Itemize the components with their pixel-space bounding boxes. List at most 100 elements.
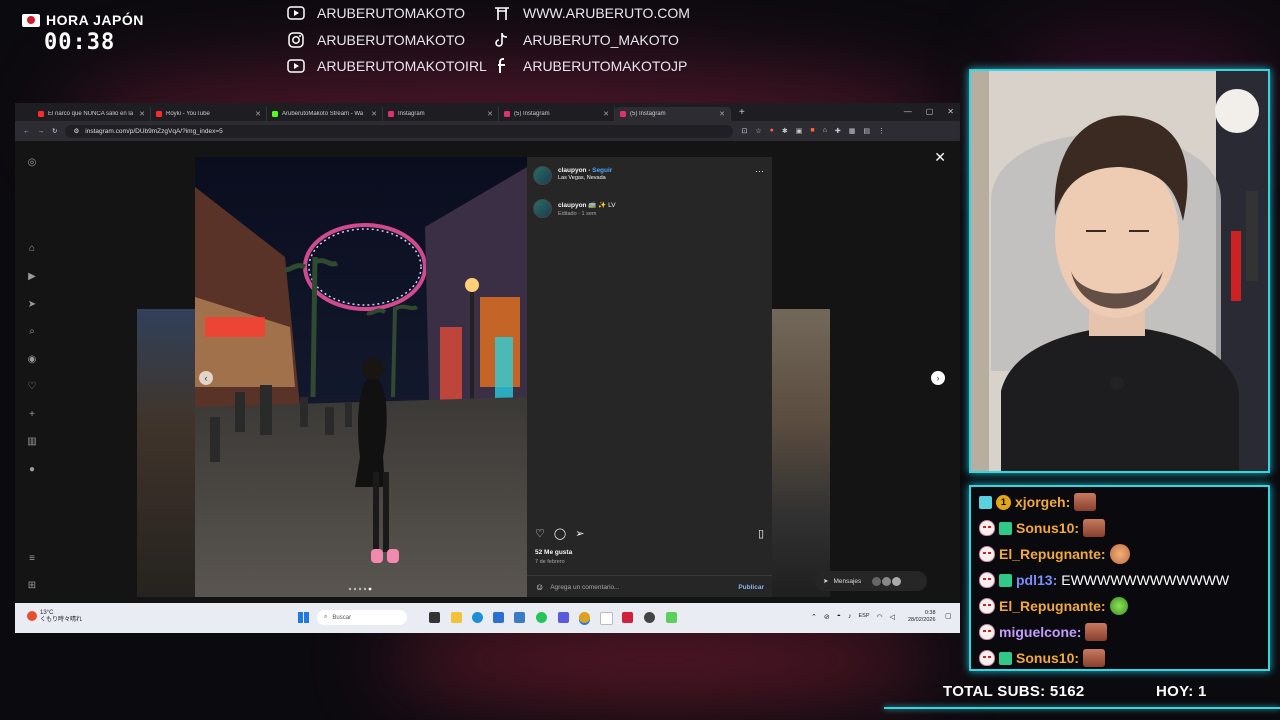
install-icon[interactable]: ⊡ (741, 127, 747, 135)
browser-tab[interactable]: (5) Instagram ✕ (499, 107, 615, 121)
create-icon[interactable]: + (25, 408, 39, 422)
windows-start-icon[interactable] (298, 612, 309, 623)
caption-username[interactable]: claupyon (558, 202, 587, 209)
more-options-icon[interactable]: ··· (755, 166, 764, 176)
app-icon[interactable] (558, 612, 569, 623)
avatar[interactable] (533, 166, 552, 185)
send-icon: ➤ (823, 578, 829, 585)
avatar[interactable] (533, 199, 552, 218)
heart-icon[interactable]: ♡ (25, 380, 39, 394)
share-icon[interactable]: ➢ (575, 527, 584, 540)
edge-icon[interactable] (472, 612, 483, 623)
notification-icon[interactable]: ▢ (945, 612, 952, 620)
task-view-icon[interactable] (429, 612, 440, 623)
minimize-icon[interactable]: — (904, 107, 912, 116)
profile-icon[interactable]: ● (25, 463, 39, 477)
maximize-icon[interactable]: ▢ (926, 107, 934, 116)
language-indicator[interactable]: ESP (858, 613, 869, 621)
close-tab-icon[interactable]: ✕ (255, 110, 261, 118)
site-info-icon[interactable]: ⚙ (73, 127, 79, 135)
browser-tab[interactable]: Royki - YouTube ✕ (151, 107, 267, 121)
emoji-icon[interactable]: ☺ (535, 582, 544, 592)
chat-username[interactable]: El_Repugnante: (999, 598, 1106, 614)
close-tab-icon[interactable]: ✕ (139, 110, 145, 118)
search-icon[interactable]: ⌕ (25, 325, 39, 339)
save-icon[interactable]: ▯ (758, 527, 764, 540)
chat-username[interactable]: Sonus10: (1016, 520, 1079, 536)
weather-widget[interactable]: 13°C くもり時々晴れ (40, 610, 82, 624)
close-tab-icon[interactable]: ✕ (603, 110, 609, 118)
previous-image-button[interactable]: ‹ (199, 371, 213, 385)
dashboard-icon[interactable]: ▥ (25, 435, 39, 449)
chrome-icon[interactable] (579, 612, 590, 623)
home-icon[interactable]: ⌂ (25, 242, 39, 256)
whatsapp-icon[interactable] (536, 612, 547, 623)
browser-tab-active[interactable]: (5) Instagram ✕ (615, 107, 731, 121)
app-icon[interactable] (514, 612, 525, 623)
back-icon[interactable]: ← (23, 128, 30, 135)
post-location[interactable]: Las Vegas, Nevada (558, 175, 612, 181)
extension-icon[interactable]: ▤ (863, 127, 870, 135)
puzzle-icon[interactable]: ✚ (835, 127, 841, 135)
forward-icon[interactable]: → (38, 128, 45, 135)
follow-button[interactable]: Seguir (592, 167, 612, 174)
social-text: ARUBERUTOMAKOTO (317, 5, 466, 22)
chat-username[interactable]: pdl13: (1016, 572, 1057, 588)
extension-icon[interactable]: ■ (810, 127, 814, 135)
like-icon[interactable]: ♡ (535, 527, 545, 540)
close-tab-icon[interactable]: ✕ (371, 110, 377, 118)
chat-username[interactable]: El_Repugnante: (999, 546, 1106, 562)
caption-meta: Editado · 1 sem (558, 211, 597, 217)
reload-icon[interactable]: ↻ (52, 127, 57, 135)
extension-icon[interactable]: ✱ (782, 127, 788, 135)
likes-count[interactable]: 52 Me gusta (535, 549, 572, 556)
app-icon[interactable] (622, 612, 633, 623)
explore-icon[interactable]: ◉ (25, 353, 39, 367)
app-icon[interactable] (600, 612, 613, 625)
extension-icon[interactable]: ▦ (849, 127, 856, 135)
network-icon[interactable]: ⊘ (824, 613, 830, 621)
chat-username[interactable]: Sonus10: (1016, 650, 1079, 666)
publish-button[interactable]: Publicar (738, 584, 764, 591)
file-explorer-icon[interactable] (451, 612, 462, 623)
comment-input[interactable]: Agrega un comentario... (550, 584, 738, 591)
instagram-logo-icon[interactable]: ◎ (25, 156, 39, 170)
taskbar-search[interactable]: ⌕ Buscar (317, 610, 407, 625)
close-window-icon[interactable]: ✕ (947, 107, 954, 116)
post-username[interactable]: claupyon (558, 167, 587, 174)
browser-tab[interactable]: El narco que NUNCA salió en la ✕ (33, 107, 151, 121)
close-tab-icon[interactable]: ✕ (487, 110, 493, 118)
weather-icon[interactable] (27, 611, 37, 621)
bookmark-star-icon[interactable]: ☆ (755, 127, 761, 135)
send-icon[interactable]: ➤ (25, 298, 39, 312)
new-tab-button[interactable]: + (739, 107, 745, 118)
menu-dots-icon[interactable]: ⋮ (878, 127, 885, 135)
messages-button[interactable]: ➤ Mensajes (815, 571, 927, 591)
next-image-button[interactable]: › (931, 371, 945, 385)
chat-username[interactable]: miguelcone: (999, 624, 1081, 640)
close-tab-icon[interactable]: ✕ (719, 110, 725, 118)
close-modal-icon[interactable]: ✕ (934, 149, 946, 166)
url-field[interactable]: ⚙ instagram.com/p/DUb9mZzgVqA/?img_index=… (65, 124, 734, 138)
extension-icon[interactable]: ▣ (796, 127, 803, 135)
menu-icon[interactable]: ≡ (25, 552, 39, 566)
meta-icon[interactable]: ⊞ (25, 579, 39, 593)
browser-tab[interactable]: AruberutoMakoto Stream - Wa ✕ (267, 107, 383, 121)
comment-icon[interactable]: ◯ (554, 527, 566, 540)
app-icon[interactable] (666, 612, 677, 623)
app-tray-icon[interactable]: ◓ (837, 613, 841, 621)
microphone-icon[interactable]: ♪ (848, 613, 852, 621)
wifi-icon[interactable]: ◠ (877, 613, 883, 621)
app-icon[interactable] (493, 612, 504, 623)
chevron-up-icon[interactable]: ⌃ (811, 613, 817, 621)
taskbar-clock[interactable]: 0:38 28/02/2026 (908, 610, 936, 624)
browser-tab[interactable]: Instagram ✕ (383, 107, 499, 121)
social-youtube: ARUBERUTOMAKOTO (287, 0, 487, 27)
volume-icon[interactable]: ◁ (890, 613, 895, 621)
extension-icon[interactable]: ● (770, 127, 774, 135)
reels-icon[interactable]: ▶ (25, 270, 39, 284)
app-icon[interactable] (644, 612, 655, 623)
system-tray: ⌃ ⊘ ◓ ♪ ESP ◠ ◁ (811, 613, 895, 621)
chat-username[interactable]: xjorgeh: (1015, 494, 1070, 510)
extension-icon[interactable]: ⌂ (823, 127, 827, 135)
